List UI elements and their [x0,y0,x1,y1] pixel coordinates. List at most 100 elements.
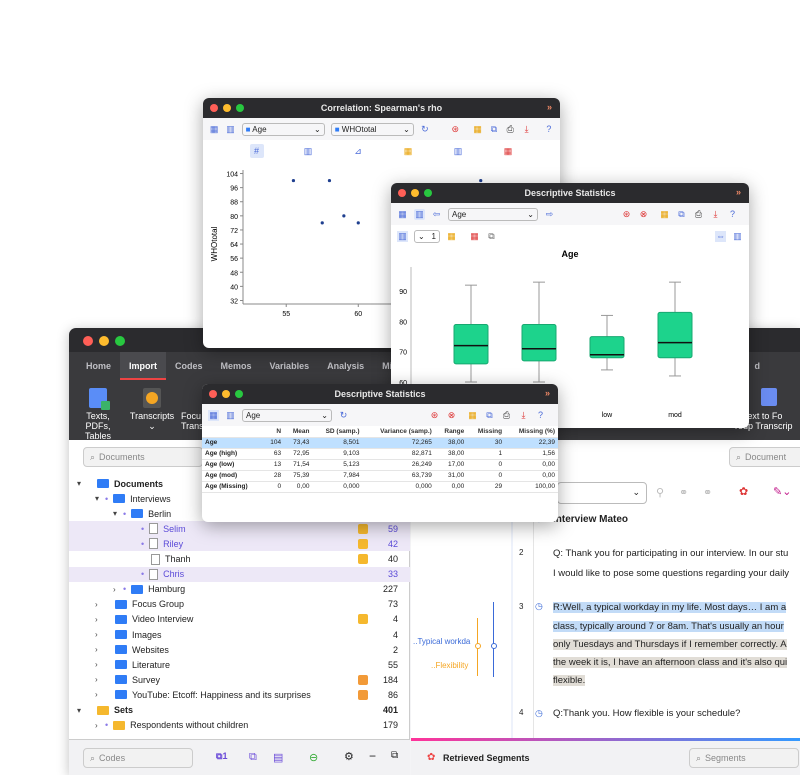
activation-dot-icon[interactable]: • [123,584,126,594]
gear-icon[interactable]: ⚙ [344,750,354,763]
help-icon[interactable]: ? [727,209,738,220]
help-icon[interactable]: ? [544,124,554,135]
column-header[interactable]: N [262,426,285,438]
chevron-right-icon[interactable]: › [95,615,98,624]
chart-view-icon[interactable]: ▥ [414,208,425,220]
documents-search-input[interactable]: ⌕ Documents [83,447,203,467]
export-icon[interactable]: ⤓ [521,124,531,135]
table-row[interactable]: Age (mod) 28 75,39 7,984 63,739 31,00 0 0,00 [202,470,558,482]
code-select-dropdown[interactable]: ⌄ [557,482,647,504]
variable-y-select[interactable]: ■ WHOtotal ⌄ [330,122,414,136]
filter-icon[interactable]: ⊛ [429,410,440,421]
tree-item[interactable]: › • Respondents without children 179 [69,718,410,733]
zoom-window-button[interactable] [236,104,244,112]
tree-item[interactable]: • Chris 33 [69,566,410,582]
chevron-down-icon[interactable]: ▾ [77,706,81,715]
chevron-right-icon[interactable]: › [95,630,98,639]
chevron-right-icon[interactable]: › [95,660,98,669]
column-header[interactable]: Mean [284,426,313,438]
text-line[interactable]: I would like to pose some questions rega… [553,568,789,579]
table-view-icon[interactable]: ▦ [209,124,219,135]
close-window-button[interactable] [83,336,93,346]
copy-icon[interactable]: ⧉ [484,410,495,421]
variable-x-select[interactable]: ■ Age ⌄ [241,122,325,136]
tree-item[interactable]: › YouTube: Etcoff: Happiness and its surp… [69,687,410,702]
close-window-button[interactable] [209,390,217,398]
coding-stripe-typical[interactable] [493,602,494,677]
text-line[interactable]: Q: Thank you for participating in our in… [553,548,788,559]
chevron-down-icon[interactable]: ▾ [113,509,117,518]
chart-view-icon[interactable]: ▥ [225,410,236,421]
column-header[interactable]: Variance (samp.) [362,426,435,438]
refresh-icon[interactable]: ↻ [420,124,430,135]
table-view-icon[interactable]: ▦ [208,409,219,421]
color-grid-icon[interactable]: ▦ [467,410,478,421]
chevron-right-icon[interactable]: › [95,721,98,730]
retrieved-segments-label[interactable]: Retrieved Segments [443,753,530,763]
chevron-right-icon[interactable]: › [113,585,116,594]
code-filter-icon[interactable]: ⧉ [249,751,257,764]
copy-icon[interactable]: ⧉ [489,124,499,135]
overflow-icon[interactable]: » [545,388,550,398]
chevron-right-icon[interactable]: › [95,645,98,654]
column-header[interactable]: Range [434,426,468,438]
tree-item[interactable]: › Literature 55 [69,657,410,672]
menu-home[interactable]: Home [77,352,120,380]
hash-icon[interactable]: # [249,144,264,158]
code-icon-1[interactable]: ⚭ [679,486,688,499]
copy-icon[interactable]: ⧉ [676,209,687,220]
coding-stripe-node[interactable] [475,643,481,649]
refresh-icon[interactable]: ↻ [338,410,349,421]
filter-icon[interactable]: ⊛ [450,124,460,135]
tree-item[interactable]: › Video Interview 4 [69,612,410,627]
code-count-badge[interactable]: ⧉1 [216,751,227,762]
column-header[interactable]: SD (samp.) [312,426,363,438]
variable-select[interactable]: Age ⌄ [242,408,332,422]
line-chart-icon[interactable]: ⊿ [353,146,364,157]
chart-view-icon[interactable]: ▥ [225,124,235,135]
expand-pane-icon[interactable]: ⧉ [391,750,398,761]
menu-codes[interactable]: Codes [166,352,212,380]
activation-dot-icon[interactable]: • [141,539,144,549]
coding-stripe-node[interactable] [491,643,497,649]
paragraph-clock-icon[interactable]: ◷ [535,708,543,719]
activation-dot-icon[interactable]: • [123,509,126,519]
back-arrow-icon[interactable]: ⇦ [431,209,442,220]
segments-search-input[interactable]: ⌕ Segments [689,748,799,768]
forward-arrow-icon[interactable]: ⇨ [544,209,555,220]
print-icon[interactable]: ⎙ [501,410,512,421]
help-icon[interactable]: ? [535,410,546,421]
grid-icon[interactable]: ▦ [503,146,514,157]
document-search-input[interactable]: ⌕ Document [729,447,800,467]
decimal-spinner[interactable]: ⌄ 1 [414,229,440,243]
minimize-window-button[interactable] [223,104,231,112]
close-window-button[interactable] [398,189,406,197]
tree-item[interactable]: • Riley 42 [69,536,410,552]
import-texts-button[interactable]: Texts, PDFs, Tables [73,388,123,441]
overflow-icon[interactable]: » [736,187,741,197]
layers-icon[interactable]: ⧉ [486,231,497,242]
tree-item[interactable]: › Websites 2 [69,642,410,657]
tree-item[interactable]: ▾ Sets 401 [69,703,410,718]
zoom-window-button[interactable] [115,336,125,346]
import-transcripts-button[interactable]: Transcripts ⌄ [127,388,177,431]
minimize-window-button[interactable] [222,390,230,398]
tree-item[interactable]: Thanh 40 [69,552,410,567]
menu-import[interactable]: Import [120,352,167,380]
activation-dot-icon[interactable]: • [105,720,108,730]
activation-dot-icon[interactable]: • [105,494,108,504]
filter-off-icon[interactable]: ⊗ [446,410,457,421]
activation-dot-icon[interactable]: • [141,569,144,579]
column-header[interactable]: Missing (%) [505,426,558,438]
zoom-window-button[interactable] [424,189,432,197]
code-icon-2[interactable]: ⚭ [703,486,712,499]
coded-text-line[interactable]: class, typically around 7 or 8am. That's… [553,621,784,632]
close-window-button[interactable] [210,104,218,112]
codes-search-input[interactable]: ⌕ Codes [83,748,193,768]
coded-text-line[interactable]: the week it is, I have an afternoon clas… [553,657,788,668]
paragraph-clock-icon[interactable]: ◷ [535,601,543,612]
code-label-flexibility[interactable]: ..Flexibility [431,661,468,670]
menu-overflow-fragment[interactable]: d [746,352,800,380]
minimize-window-button[interactable] [99,336,109,346]
export-icon[interactable]: ⤓ [518,410,529,421]
